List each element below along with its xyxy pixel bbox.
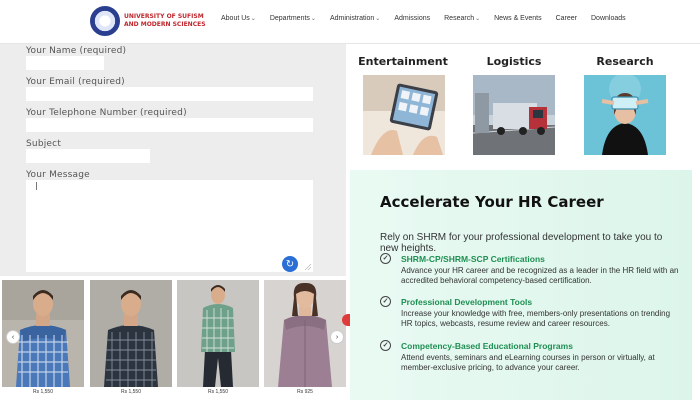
ad-benefit-item: ✓ SHRM-CP/SHRM-SCP Certifications Advance… <box>380 253 680 285</box>
benefit-heading: Competency-Based Educational Programs <box>401 340 573 351</box>
subject-label: Subject <box>26 139 62 149</box>
ad-benefit-item: ✓ Professional Development Tools Increase… <box>380 296 680 328</box>
nav-label: About Us <box>221 15 250 22</box>
product-carousel: Rs 1,550 Rs 1,550 Rs 1,550 Rs 925 ‹ › <box>0 276 352 400</box>
nav-label: Admissions <box>394 15 431 22</box>
product-price: Rs 1,550 <box>32 389 53 395</box>
benefit-heading: SHRM-CP/SHRM-SCP Certifications <box>401 253 545 264</box>
name-field[interactable] <box>26 56 104 70</box>
benefit-text: Advance your HR career and be recognized… <box>401 266 679 285</box>
email-label: Your Email (required) <box>26 77 125 87</box>
logo-text: UNIVERSITY OF SUFISM AND MODERN SCIENCES <box>124 13 206 29</box>
tile-image-research[interactable] <box>584 75 666 155</box>
site-header: UNIVERSITY OF SUFISM AND MODERN SCIENCES… <box>0 0 700 44</box>
email-field[interactable] <box>26 87 313 101</box>
resize-handle-icon[interactable] <box>305 264 311 270</box>
hr-career-ad[interactable]: Accelerate Your HR Career Rely on SHRM f… <box>350 170 696 400</box>
chevron-down-icon: ⌄ <box>475 16 481 22</box>
logo-line-2: AND MODERN SCIENCES <box>124 21 206 28</box>
main-nav: About Us ⌄ Departments ⌄ Administration ⌄ A… <box>221 15 640 22</box>
chevron-down-icon: ⌄ <box>310 16 316 22</box>
product-image-dark-check-shirt <box>90 280 172 387</box>
carousel-prev-chevron-left-icon[interactable]: ‹ <box>6 330 20 344</box>
product-price: Rs 1,550 <box>207 389 228 395</box>
nav-departments[interactable]: Departments ⌄ <box>270 15 316 22</box>
benefit-text: Increase your knowledge with free, membe… <box>401 309 671 328</box>
tile-title-logistics: Logistics <box>486 55 542 68</box>
nav-administration[interactable]: Administration ⌄ <box>330 15 380 22</box>
category-tiles: Entertainment Logistics Research <box>350 44 700 170</box>
chevron-down-icon: ⌄ <box>250 16 256 22</box>
product-card[interactable]: Rs 1,550 <box>90 280 172 395</box>
benefit-heading: Professional Development Tools <box>401 296 533 307</box>
university-logo[interactable]: UNIVERSITY OF SUFISM AND MODERN SCIENCES <box>90 6 206 36</box>
ad-edge <box>692 170 696 400</box>
check-circle-icon: ✓ <box>380 340 391 351</box>
product-price: Rs 1,550 <box>120 389 141 395</box>
check-circle-icon: ✓ <box>380 296 391 307</box>
phone-label: Your Telephone Number (required) <box>26 108 187 118</box>
nav-admissions[interactable]: Admissions <box>394 15 430 22</box>
nav-downloads[interactable]: Downloads <box>591 15 626 22</box>
nav-about-us[interactable]: About Us ⌄ <box>221 15 256 22</box>
product-image-green-check-shirt <box>177 280 259 387</box>
nav-label: Downloads <box>591 15 626 22</box>
nav-research[interactable]: Research ⌄ <box>444 15 480 22</box>
logo-line-1: UNIVERSITY OF SUFISM <box>124 13 204 20</box>
university-seal-icon <box>90 6 120 36</box>
check-circle-icon: ✓ <box>380 253 391 264</box>
tile-image-entertainment[interactable] <box>363 75 445 155</box>
carousel-next-chevron-right-icon[interactable]: › <box>330 330 344 344</box>
nav-label: News & Events <box>494 15 542 22</box>
text-caret <box>36 182 37 190</box>
nav-label: Departments <box>269 15 310 22</box>
ad-benefit-item: ✓ Competency-Based Educational Programs A… <box>380 340 680 372</box>
nav-career[interactable]: Career <box>556 15 577 22</box>
tile-title-entertainment: Entertainment <box>358 55 448 68</box>
product-card[interactable]: Rs 1,550 <box>177 280 259 395</box>
subject-field[interactable] <box>26 149 150 163</box>
chevron-down-icon: ⌄ <box>375 16 381 22</box>
nav-label: Administration <box>329 15 375 22</box>
product-price: Rs 925 <box>297 389 313 395</box>
phone-field[interactable] <box>26 118 313 132</box>
message-textarea[interactable] <box>26 180 313 272</box>
message-label: Your Message <box>26 170 90 180</box>
name-label: Your Name (required) <box>26 46 127 56</box>
tile-image-logistics[interactable] <box>473 75 555 155</box>
ad-title: Accelerate Your HR Career <box>380 193 604 211</box>
recaptcha-icon[interactable]: ↻ <box>282 256 298 272</box>
nav-label: Research <box>444 15 475 22</box>
ad-intro: Rely on SHRM for your professional devel… <box>380 232 663 254</box>
benefit-text: Attend events, seminars and eLearning co… <box>401 353 655 372</box>
nav-news-events[interactable]: News & Events <box>494 15 541 22</box>
tile-title-research: Research <box>596 55 654 68</box>
nav-label: Career <box>555 15 577 22</box>
contact-form: Your Name (required) Your Email (require… <box>0 44 346 276</box>
